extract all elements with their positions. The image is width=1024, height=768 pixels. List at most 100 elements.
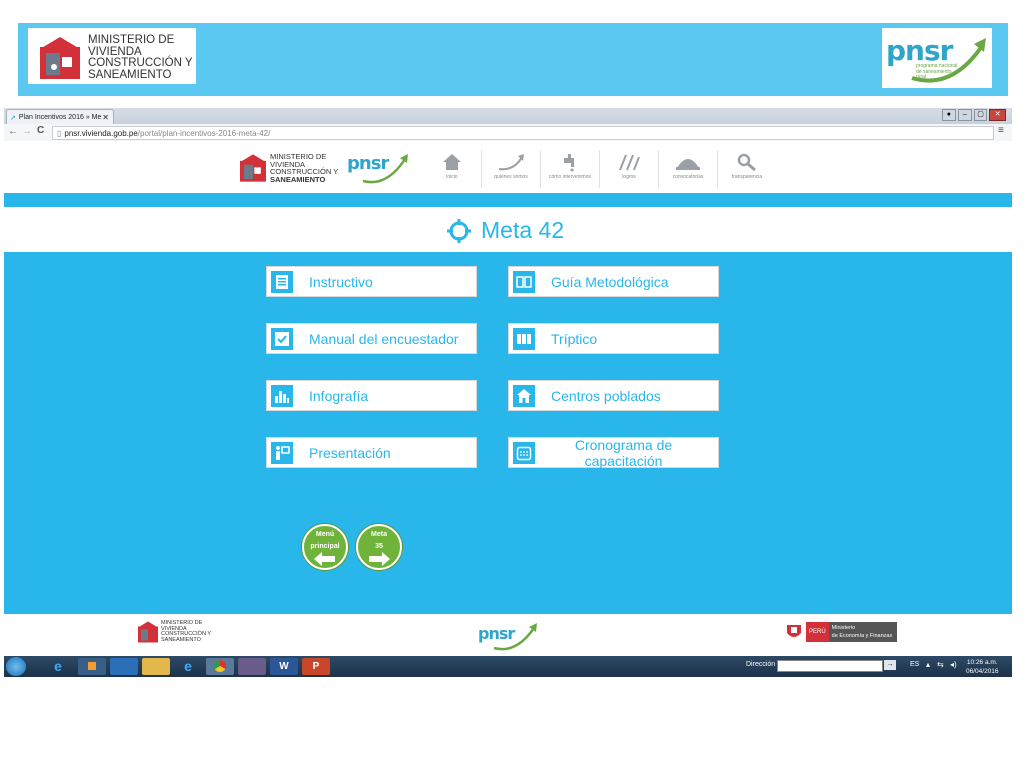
card-label: Tríptico (551, 330, 598, 347)
language-indicator[interactable]: ES (910, 661, 919, 668)
user-icon[interactable]: ● (942, 109, 956, 121)
card-cronograma-de-capacitacion[interactable]: Cronograma de capacitación (508, 437, 719, 469)
card-guia-metodologica[interactable]: Guía Metodológica (508, 266, 719, 297)
site-pnsr-arrow-icon (362, 154, 408, 184)
page-title-text: Meta 42 (481, 217, 565, 243)
volume-icon[interactable]: ◂) (950, 660, 957, 669)
page-title: Meta 42 (447, 217, 564, 244)
meta-35-line-1: Meta (371, 531, 387, 538)
nav-label-convocatorias: convocatorias (672, 174, 704, 180)
outlook-icon[interactable] (110, 658, 138, 675)
card-label: Infografía (309, 387, 369, 404)
powerpoint-icon[interactable]: P (302, 658, 330, 675)
card-label: Guía Metodológica (551, 273, 669, 290)
page-title-bar: Meta 42 (4, 207, 1012, 252)
network-icon[interactable]: ⇆ (937, 660, 944, 669)
card-triptico[interactable]: Tríptico (508, 323, 719, 354)
minimize-icon[interactable]: – (957, 109, 972, 121)
menu-icon[interactable]: ≡ (998, 125, 1004, 136)
page-icon: ▯ (57, 128, 62, 138)
footer-ministry-logo[interactable]: MINISTERIO DE VIVIENDA CONSTRUCCIÓN Y SA… (138, 620, 211, 643)
media-player-icon[interactable] (78, 658, 106, 675)
nav-transparencia[interactable]: transparencia (718, 150, 776, 188)
site-pnsr-logo[interactable]: pnsr (347, 151, 411, 185)
card-label: Instructivo (309, 273, 373, 290)
ministry-logo: MINISTERIO DE VIVIENDA CONSTRUCCIÓN Y SA… (28, 28, 196, 84)
tray-arrow-icon[interactable]: ▴ (926, 660, 930, 669)
ministry-line-1: MINISTERIO DE (88, 34, 175, 46)
nav-inicio[interactable]: inicio (423, 150, 482, 188)
address-input[interactable] (777, 660, 883, 672)
nav-label-quienes-somos: quiénes somos (494, 174, 528, 180)
card-infografia[interactable]: Infografía (266, 380, 477, 411)
menu-principal-line-1: Menú (315, 531, 335, 538)
ie-icon-2[interactable]: e (174, 658, 202, 675)
document-icon (271, 270, 293, 293)
ie-icon[interactable]: e (44, 658, 72, 675)
maximize-icon[interactable]: ▢ (973, 109, 988, 121)
arrow-right-icon (369, 552, 390, 566)
go-arrow-icon[interactable]: → (884, 660, 896, 670)
home-icon (443, 154, 461, 170)
clock[interactable]: 10:26 a.m. 06/04/2016 (966, 658, 999, 676)
tab-close-icon[interactable]: ✕ (102, 113, 109, 122)
site-footer: MINISTERIO DE VIVIENDA CONSTRUCCIÓN Y SA… (4, 614, 1012, 656)
close-window-icon[interactable]: ✕ (989, 109, 1006, 121)
start-button-icon[interactable] (6, 657, 26, 676)
footer-ministry-line-4: SANEAMIENTO (161, 636, 201, 643)
card-centros-poblados[interactable]: Centros poblados (508, 380, 719, 411)
arrows-up-icon (619, 154, 640, 171)
nav-quienes-somos[interactable]: quiénes somos (482, 150, 541, 188)
arrow-left-icon (314, 552, 335, 566)
mef-label: Ministerio de Economía y Finanzas (828, 622, 897, 642)
mef-line-2: de Economía y Finanzas (831, 633, 893, 639)
faucet-icon (564, 154, 574, 172)
card-label: Cronograma de capacitación (535, 437, 712, 469)
nav-logros[interactable]: logros (600, 150, 659, 188)
meta-35-button[interactable]: Meta 35 (356, 524, 402, 570)
window-controls: ● – ▢ ✕ (942, 109, 1006, 121)
url-field[interactable]: ▯ pnsr.vivienda.gob.pe/portal/plan-incen… (52, 126, 994, 140)
site-ministry-house-icon (240, 154, 266, 182)
mef-logo[interactable]: PERÚ Ministerio de Economía y Finanzas (784, 621, 897, 643)
card-presentacion[interactable]: Presentación (266, 437, 477, 468)
bar-chart-icon (271, 384, 293, 407)
clock-time: 10:26 a.m. (966, 659, 998, 666)
header-divider (4, 193, 1012, 207)
card-label-line-1: Cronograma de (574, 436, 673, 453)
calendar-icon (513, 441, 535, 464)
favicon-icon: ↗ (10, 114, 16, 122)
footer-pnsr-logo[interactable]: pnsr (478, 620, 540, 652)
card-label: Manual del encuestador (309, 330, 459, 347)
book-icon (513, 270, 535, 293)
pnsr-sub-3: rural (916, 74, 927, 80)
helmet-icon (676, 159, 700, 170)
peru-shield-icon (787, 625, 801, 637)
top-banner: MINISTERIO DE VIVIENDA CONSTRUCCIÓN Y SA… (18, 23, 1008, 96)
site-ministry-line-4: SANEAMIENTO (270, 174, 326, 184)
reload-icon[interactable]: C (37, 125, 44, 136)
nav-como-intervenimos[interactable]: cómo intervenimos (541, 150, 600, 188)
back-icon[interactable]: ← (8, 126, 18, 137)
card-label: Presentación (309, 444, 391, 461)
target-icon (447, 218, 471, 243)
chrome-icon[interactable] (206, 658, 234, 675)
app-icon[interactable] (238, 658, 266, 675)
nav-convocatorias[interactable]: convocatorias (659, 150, 718, 188)
card-manual-del-encuestador[interactable]: Manual del encuestador (266, 323, 477, 354)
url-path: /portal/plan-incentivos-2016-meta-42/ (137, 128, 271, 138)
folder-icon[interactable] (142, 658, 170, 675)
nav-label-logros: logros (622, 174, 636, 180)
card-instructivo[interactable]: Instructivo (266, 266, 477, 297)
nav-label-como-intervenimos: cómo intervenimos (549, 174, 591, 180)
checkbox-icon (271, 327, 293, 350)
forward-icon[interactable]: → (22, 126, 32, 137)
house-icon (513, 384, 535, 407)
site-ministry-logo[interactable]: MINISTERIO DE VIVIENDA CONSTRUCCIÓN Y SA… (240, 153, 338, 184)
presenter-icon (271, 441, 293, 464)
url-domain: pnsr.vivienda.gob.pe (64, 128, 138, 138)
menu-principal-button[interactable]: Menú principal (302, 524, 348, 570)
menu-principal-line-2: principal (310, 543, 340, 550)
word-icon[interactable]: W (270, 658, 298, 675)
browser-tab[interactable]: ↗ Plan Incentivos 2016 » Me ✕ (6, 109, 114, 125)
